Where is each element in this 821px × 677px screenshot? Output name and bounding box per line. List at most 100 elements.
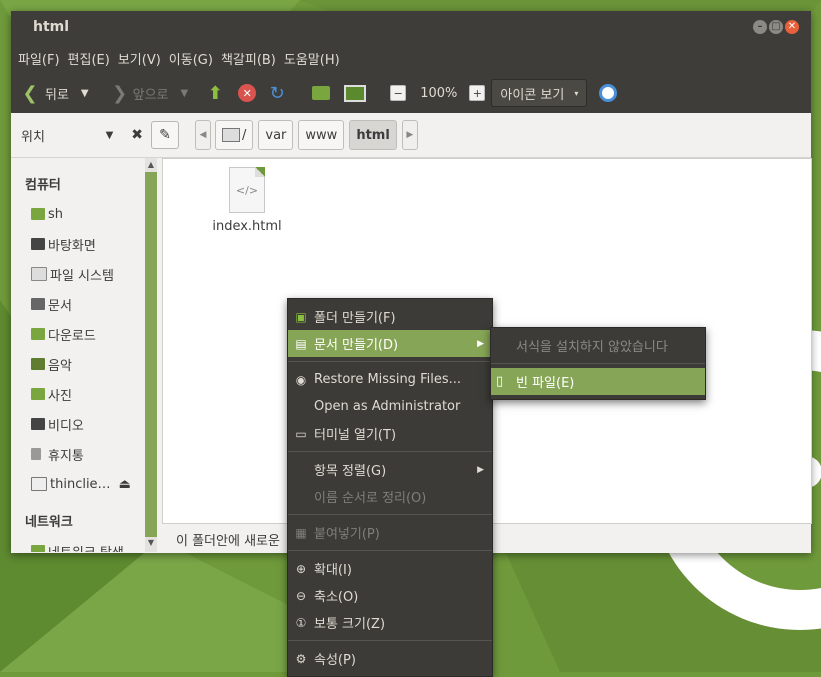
up-arrow-icon[interactable]: ⬆ bbox=[204, 82, 226, 104]
sidebar-item-filesystem[interactable]: 파일 시스템 bbox=[11, 259, 145, 289]
crumb-var[interactable]: var bbox=[258, 120, 294, 150]
sidebar-item-trash[interactable]: 휴지통 bbox=[11, 439, 145, 469]
chevron-down-icon[interactable]: ▼ bbox=[181, 88, 189, 99]
menu-view[interactable]: 보기(V) bbox=[117, 49, 168, 68]
menu-item-sort-by-name[interactable]: 이름 순서로 정리(O) bbox=[288, 483, 492, 510]
maximize-button[interactable]: □ bbox=[769, 20, 783, 34]
sidebar-item-videos[interactable]: 비디오 bbox=[11, 409, 145, 439]
menu-item-normal-size[interactable]: ① 보통 크기(Z) bbox=[288, 609, 492, 636]
scrollbar-thumb[interactable] bbox=[145, 172, 157, 537]
zoom-out-icon[interactable]: − bbox=[390, 85, 407, 101]
view-mode-value: 아이콘 보기 bbox=[500, 87, 565, 103]
submenu-item-no-templates[interactable]: 서식을 설치하지 않았습니다 bbox=[491, 332, 705, 359]
computer-icon[interactable] bbox=[344, 82, 367, 104]
crumb-label: / bbox=[242, 127, 247, 143]
title-bar[interactable]: html – □ ✕ bbox=[11, 11, 811, 43]
menu-item-label: Open as Administrator bbox=[314, 399, 461, 414]
submenu-item-empty-file[interactable]: ▯ 빈 파일(E) bbox=[491, 368, 705, 395]
file-item[interactable]: </> index.html bbox=[207, 167, 287, 234]
stop-icon[interactable]: ✕ bbox=[236, 82, 258, 104]
sidebar-item-label: 음악 bbox=[48, 358, 72, 374]
status-text: 이 폴더안에 새로운 bbox=[176, 533, 280, 549]
sidebar-item-network[interactable]: 네트워크 탐색 bbox=[11, 536, 145, 552]
chevron-down-icon: ▼ bbox=[105, 129, 114, 141]
sidebar-item-label: 바탕화면 bbox=[48, 238, 96, 254]
menu-item-restore[interactable]: ◉ Restore Missing Files... bbox=[288, 366, 492, 393]
sidebar-item-label: 비디오 bbox=[48, 418, 84, 434]
crumb-root[interactable]: / bbox=[215, 120, 254, 150]
sidebar-heading-computer: 컴퓨터 bbox=[25, 178, 61, 193]
sidebar-item-music[interactable]: 음악 bbox=[11, 349, 145, 379]
menu-item-label: 빈 파일(E) bbox=[516, 376, 575, 391]
sidebar-item-label: 파일 시스템 bbox=[50, 268, 114, 284]
menu-help[interactable]: 도움말(H) bbox=[283, 49, 347, 68]
view-mode-select[interactable]: 아이콘 보기 ▾ bbox=[491, 79, 588, 107]
menu-item-label: 확대(I) bbox=[314, 563, 352, 578]
sidebar-item-desktop[interactable]: 바탕화면 bbox=[11, 229, 145, 259]
network-icon bbox=[31, 545, 45, 552]
menu-go[interactable]: 이동(G) bbox=[168, 49, 220, 68]
eject-icon[interactable]: ⏏ bbox=[119, 477, 131, 492]
gear-icon: ⚙ bbox=[295, 651, 307, 666]
home-folder-icon bbox=[31, 208, 45, 220]
sidebar-item-label: sh bbox=[48, 206, 64, 222]
sidebar-scrollbar[interactable]: ▲ ▼ bbox=[145, 158, 157, 552]
menu-item-terminal[interactable]: ▭ 터미널 열기(T) bbox=[288, 420, 492, 447]
menu-separator bbox=[288, 550, 492, 551]
menu-item-label: 문서 만들기(D) bbox=[314, 338, 399, 353]
places-selector[interactable]: 위치 ▼ ✖ bbox=[11, 126, 143, 145]
menu-bar: 파일(F) 편집(E) 보기(V) 이동(G) 책갈피(B) 도움말(H) bbox=[11, 43, 811, 73]
menu-bookmarks[interactable]: 책갈피(B) bbox=[220, 49, 283, 68]
scroll-down-icon[interactable]: ▼ bbox=[145, 538, 157, 550]
back-button[interactable]: ❮ 뒤로 ▼ bbox=[19, 79, 89, 107]
menu-item-label: Restore Missing Files... bbox=[314, 372, 461, 387]
menu-item-arrange[interactable]: 항목 정렬(G) ▶ bbox=[288, 456, 492, 483]
close-button[interactable]: ✕ bbox=[785, 20, 799, 34]
sidebar-heading-network: 네트워크 bbox=[25, 515, 73, 530]
sidebar-item-downloads[interactable]: 다운로드 bbox=[11, 319, 145, 349]
zoom-original-icon: ① bbox=[295, 615, 307, 630]
menu-item-properties[interactable]: ⚙ 속성(P) bbox=[288, 645, 492, 672]
chevron-down-icon[interactable]: ▼ bbox=[81, 88, 89, 99]
crumb-html[interactable]: html bbox=[349, 120, 397, 150]
zoom-in-icon[interactable]: + bbox=[469, 85, 486, 101]
menu-item-paste[interactable]: ▦ 붙여넣기(P) bbox=[288, 519, 492, 546]
menu-item-zoom-in[interactable]: ⊕ 확대(I) bbox=[288, 555, 492, 582]
menu-item-label: 터미널 열기(T) bbox=[314, 428, 397, 443]
home-icon[interactable] bbox=[310, 82, 332, 104]
menu-item-zoom-out[interactable]: ⊖ 축소(O) bbox=[288, 582, 492, 609]
crumb-scroll-right[interactable]: ▶ bbox=[401, 120, 418, 150]
edit-location-button[interactable]: ✎ bbox=[151, 121, 179, 149]
reload-icon[interactable]: ↻ bbox=[266, 82, 288, 104]
terminal-icon: ▭ bbox=[295, 426, 307, 441]
menu-item-label: 붙여넣기(P) bbox=[314, 527, 380, 542]
close-icon[interactable]: ✖ bbox=[131, 127, 143, 143]
sidebar-item-thinclient[interactable]: thinclie… ⏏ bbox=[11, 469, 145, 499]
forward-button[interactable]: ❯ 앞으로 ▼ bbox=[109, 79, 189, 107]
menu-edit[interactable]: 편집(E) bbox=[67, 49, 117, 68]
menu-item-open-admin[interactable]: Open as Administrator bbox=[288, 393, 492, 420]
videos-folder-icon bbox=[31, 418, 45, 430]
crumb-www[interactable]: www bbox=[298, 120, 345, 150]
crumb-scroll-left[interactable]: ◀ bbox=[195, 120, 211, 150]
minimize-button[interactable]: – bbox=[753, 20, 767, 34]
menu-item-create-folder[interactable]: ▣ 폴더 만들기(F) bbox=[288, 303, 492, 330]
sidebar-item-pictures[interactable]: 사진 bbox=[11, 379, 145, 409]
menu-separator bbox=[288, 451, 492, 452]
menu-file[interactable]: 파일(F) bbox=[17, 49, 67, 68]
pictures-folder-icon bbox=[31, 388, 45, 400]
search-icon[interactable] bbox=[597, 82, 619, 104]
menu-item-label: 보통 크기(Z) bbox=[314, 617, 386, 632]
menu-item-label: 항목 정렬(G) bbox=[314, 464, 387, 479]
sidebar-item-documents[interactable]: 문서 bbox=[11, 289, 145, 319]
scroll-up-icon[interactable]: ▲ bbox=[145, 160, 157, 172]
drive-icon bbox=[222, 128, 240, 142]
document-submenu: 서식을 설치하지 않았습니다 ▯ 빈 파일(E) bbox=[490, 327, 706, 400]
back-label: 뒤로 bbox=[45, 87, 69, 103]
menu-separator bbox=[288, 361, 492, 362]
drive-icon bbox=[31, 267, 47, 281]
document-add-icon: ▤ bbox=[295, 336, 307, 351]
sidebar-item-home[interactable]: sh bbox=[11, 199, 145, 229]
menu-item-create-document[interactable]: ▤ 문서 만들기(D) ▶ bbox=[288, 330, 492, 357]
sidebar-item-label: 사진 bbox=[48, 388, 72, 404]
